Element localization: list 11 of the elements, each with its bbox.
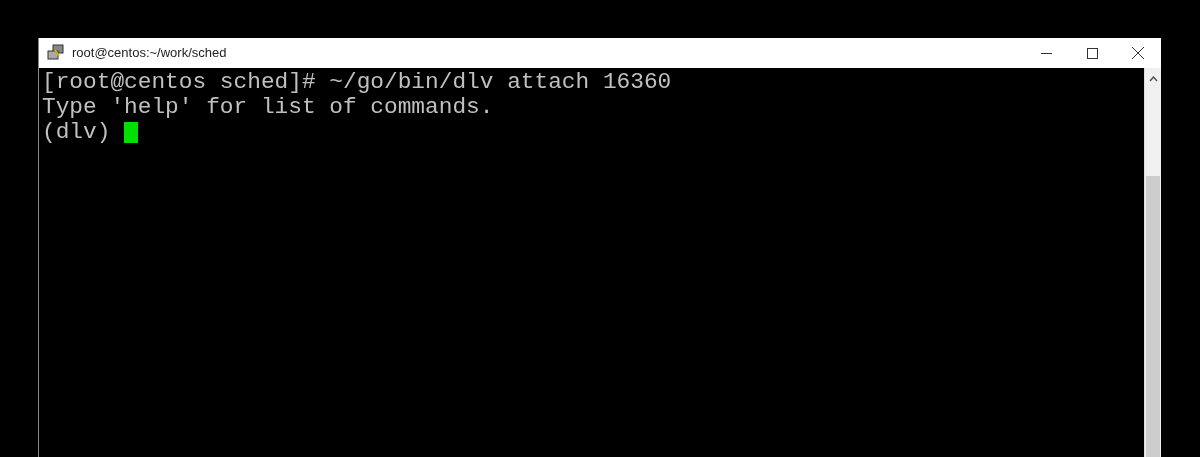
computers-icon — [47, 44, 65, 62]
close-icon — [1132, 47, 1144, 59]
scroll-up-icon[interactable] — [1148, 76, 1158, 82]
terminal-line: (dlv) — [42, 120, 112, 145]
window-title: root@centos:~/work/sched — [72, 44, 227, 63]
maximize-icon — [1086, 47, 1098, 59]
scrollbar[interactable] — [1144, 68, 1161, 457]
terminal-line: Type 'help' for list of commands. — [42, 95, 494, 120]
cursor-icon — [124, 122, 139, 143]
scrollbar-thumb[interactable] — [1146, 176, 1160, 457]
terminal-line: [root@centos sched]# ~/go/bin/dlv attach 16360 — [42, 70, 672, 95]
